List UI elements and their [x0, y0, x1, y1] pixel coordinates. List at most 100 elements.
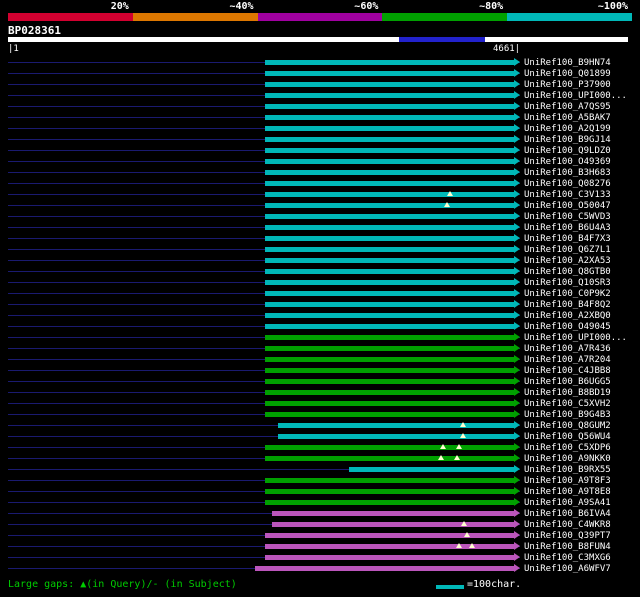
hit-bar[interactable] [265, 126, 514, 131]
hit-bar[interactable] [265, 533, 514, 538]
hit-label[interactable]: UniRef100_B6IVA4 [524, 509, 611, 519]
hit-label[interactable]: UniRef100_C3V133 [524, 190, 611, 200]
hit-bar[interactable] [265, 159, 514, 164]
hit-label[interactable]: UniRef100_UPI000... [524, 91, 627, 101]
hit-bar[interactable] [265, 236, 514, 241]
hit-bar[interactable] [255, 566, 514, 571]
hit-label[interactable]: UniRef100_Q08276 [524, 179, 611, 189]
hit-label[interactable]: UniRef100_C5XDP6 [524, 443, 611, 453]
hit-bar[interactable] [265, 214, 514, 219]
hit-bar[interactable] [265, 247, 514, 252]
hit-label[interactable]: UniRef100_A9NKK0 [524, 454, 611, 464]
hit-label[interactable]: UniRef100_B4F8Q2 [524, 300, 611, 310]
hit-label[interactable]: UniRef100_A2XBQ0 [524, 311, 611, 321]
hit-label[interactable]: UniRef100_A7QS95 [524, 102, 611, 112]
hit-bar[interactable] [265, 203, 514, 208]
hit-label[interactable]: UniRef100_A6WFV7 [524, 564, 611, 574]
hit-bar[interactable] [265, 82, 514, 87]
hit-bar[interactable] [265, 368, 514, 373]
gap-marker-icon [468, 543, 475, 548]
hit-bar[interactable] [348, 467, 514, 472]
hit-label[interactable]: UniRef100_A5BAK7 [524, 113, 611, 123]
hit-bar[interactable] [265, 137, 514, 142]
hit-bar[interactable] [265, 456, 514, 461]
hit-bar[interactable] [265, 313, 514, 318]
hit-label[interactable]: UniRef100_C3MXG6 [524, 553, 611, 563]
hit-bar[interactable] [265, 291, 514, 296]
hit-row: UniRef100_O49045 [0, 321, 640, 332]
hit-label[interactable]: UniRef100_Q56WU4 [524, 432, 611, 442]
hit-arrow-icon [514, 344, 520, 352]
hit-label[interactable]: UniRef100_B8BD19 [524, 388, 611, 398]
hit-label[interactable]: UniRef100_Q6Z7L1 [524, 245, 611, 255]
hit-bar[interactable] [265, 555, 514, 560]
hit-label[interactable]: UniRef100_Q9LDZ0 [524, 146, 611, 156]
hit-row: UniRef100_A9SA41 [0, 497, 640, 508]
hit-bar[interactable] [265, 489, 514, 494]
hit-label[interactable]: UniRef100_Q01899 [524, 69, 611, 79]
hit-label[interactable]: UniRef100_B6UGG5 [524, 377, 611, 387]
hit-label[interactable]: UniRef100_A9T8F3 [524, 476, 611, 486]
hit-bar[interactable] [265, 412, 514, 417]
hit-label[interactable]: UniRef100_Q39PT7 [524, 531, 611, 541]
hit-bar[interactable] [265, 445, 514, 450]
hit-bar[interactable] [265, 346, 514, 351]
hit-label[interactable]: UniRef100_A2Q199 [524, 124, 611, 134]
hit-label[interactable]: UniRef100_B4F7X3 [524, 234, 611, 244]
hit-label[interactable]: UniRef100_B6U4A3 [524, 223, 611, 233]
hit-bar[interactable] [265, 280, 514, 285]
hit-bar[interactable] [271, 522, 514, 527]
hit-label[interactable]: UniRef100_A9T8E8 [524, 487, 611, 497]
hit-label[interactable]: UniRef100_O49045 [524, 322, 611, 332]
hit-bar[interactable] [265, 401, 514, 406]
hit-bar[interactable] [271, 511, 514, 516]
hit-bar[interactable] [278, 434, 514, 439]
hit-bar[interactable] [265, 324, 514, 329]
hit-bar[interactable] [265, 60, 514, 65]
hit-bar[interactable] [265, 225, 514, 230]
hit-label[interactable]: UniRef100_A7R204 [524, 355, 611, 365]
hit-label[interactable]: UniRef100_Q8GUM2 [524, 421, 611, 431]
hit-bar[interactable] [265, 104, 514, 109]
hit-bar[interactable] [265, 379, 514, 384]
hit-bar[interactable] [265, 390, 514, 395]
hit-label[interactable]: UniRef100_UPI000... [524, 333, 627, 343]
hit-label[interactable]: UniRef100_C5XVH2 [524, 399, 611, 409]
hit-bar[interactable] [265, 93, 514, 98]
hit-label[interactable]: UniRef100_B9HN74 [524, 58, 611, 68]
hit-bar[interactable] [265, 148, 514, 153]
hit-label[interactable]: UniRef100_B9RX55 [524, 465, 611, 475]
hit-label[interactable]: UniRef100_O49369 [524, 157, 611, 167]
hit-bar[interactable] [265, 258, 514, 263]
hit-bar[interactable] [265, 192, 514, 197]
hit-arrow-icon [514, 421, 520, 429]
hit-bar[interactable] [265, 302, 514, 307]
hit-bar[interactable] [265, 357, 514, 362]
hit-bar[interactable] [265, 335, 514, 340]
hit-label[interactable]: UniRef100_P37900 [524, 80, 611, 90]
hit-label[interactable]: UniRef100_A7R436 [524, 344, 611, 354]
hit-label[interactable]: UniRef100_B9G4B3 [524, 410, 611, 420]
hit-label[interactable]: UniRef100_A2XA53 [524, 256, 611, 266]
hit-bar[interactable] [278, 423, 514, 428]
hit-label[interactable]: UniRef100_Q10SR3 [524, 278, 611, 288]
hit-bar[interactable] [265, 170, 514, 175]
hit-bar[interactable] [265, 115, 514, 120]
hit-label[interactable]: UniRef100_C5WVD3 [524, 212, 611, 222]
hit-label[interactable]: UniRef100_A9SA41 [524, 498, 611, 508]
hit-bar[interactable] [265, 544, 514, 549]
hit-label[interactable]: UniRef100_B8FUN4 [524, 542, 611, 552]
hit-bar[interactable] [265, 71, 514, 76]
hit-label[interactable]: UniRef100_C4WKR8 [524, 520, 611, 530]
hit-bar[interactable] [265, 478, 514, 483]
hit-label[interactable]: UniRef100_Q8GTB0 [524, 267, 611, 277]
hit-label[interactable]: UniRef100_B9GJ14 [524, 135, 611, 145]
hit-bar[interactable] [265, 500, 514, 505]
hit-label[interactable]: UniRef100_C4JBB8 [524, 366, 611, 376]
hit-label[interactable]: UniRef100_O50047 [524, 201, 611, 211]
hit-row: UniRef100_A9T8F3 [0, 475, 640, 486]
hit-bar[interactable] [265, 181, 514, 186]
hit-label[interactable]: UniRef100_B3H683 [524, 168, 611, 178]
hit-bar[interactable] [265, 269, 514, 274]
hit-label[interactable]: UniRef100_C0P9K2 [524, 289, 611, 299]
